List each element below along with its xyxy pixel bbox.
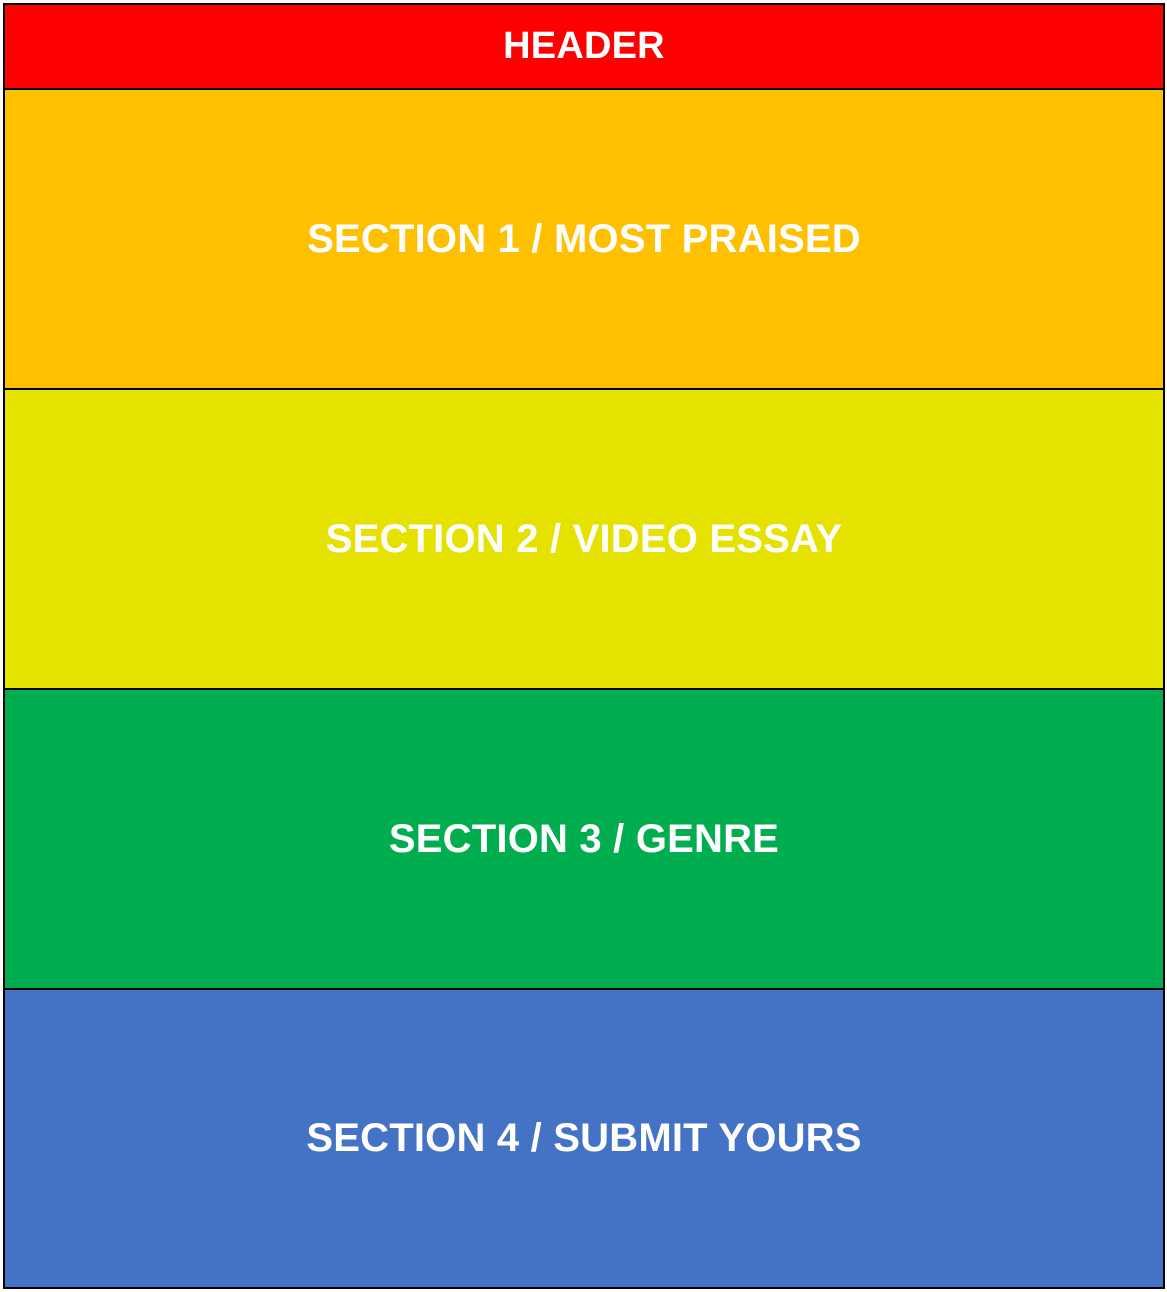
- wireframe-container: HEADER SECTION 1 / MOST PRAISED SECTION …: [3, 3, 1165, 1289]
- section-1-label: SECTION 1 / MOST PRAISED: [307, 216, 861, 261]
- section-3-label: SECTION 3 / GENRE: [388, 816, 780, 861]
- header-label: HEADER: [503, 25, 665, 67]
- section-1-most-praised: SECTION 1 / MOST PRAISED: [5, 90, 1163, 388]
- section-4-label: SECTION 4 / SUBMIT YOURS: [306, 1116, 862, 1160]
- section-2-video-essay: SECTION 2 / VIDEO ESSAY: [5, 390, 1163, 688]
- section-4-submit-yours: SECTION 4 / SUBMIT YOURS: [5, 990, 1163, 1287]
- section-2-label: SECTION 2 / VIDEO ESSAY: [325, 516, 843, 561]
- section-3-genre: SECTION 3 / GENRE: [5, 690, 1163, 988]
- header-block: HEADER: [5, 5, 1163, 88]
